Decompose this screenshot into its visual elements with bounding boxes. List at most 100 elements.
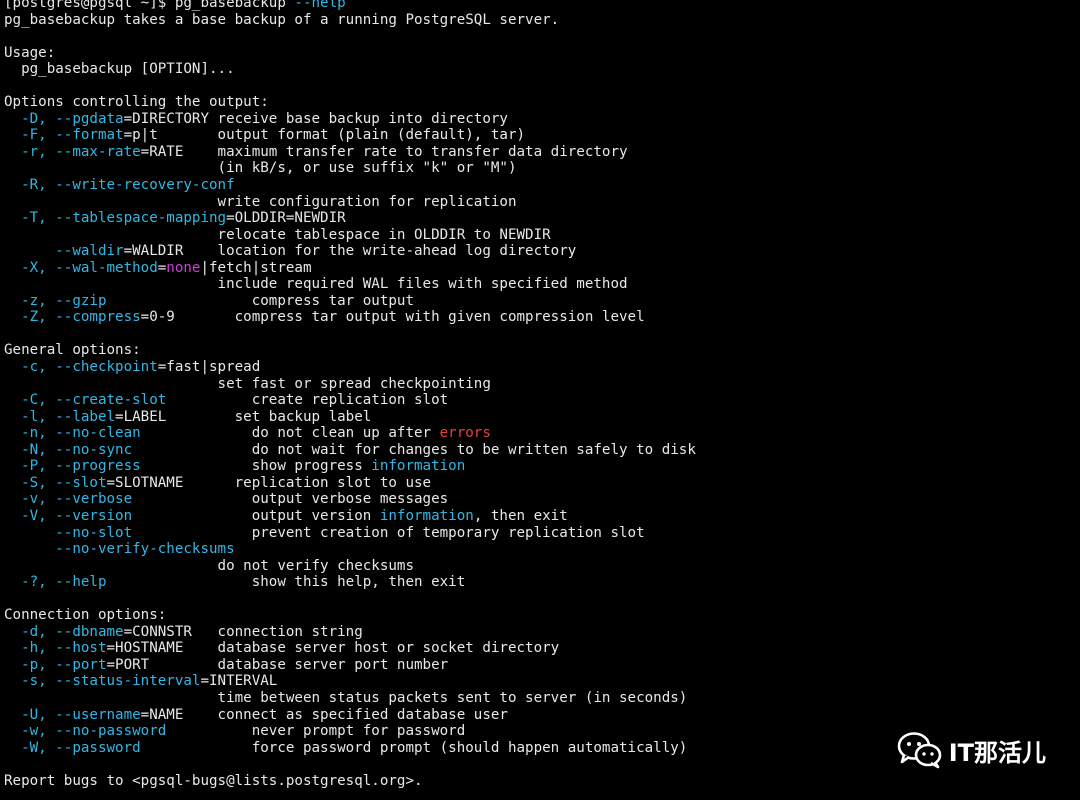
terminal-text: time between status packets sent to serv…	[4, 689, 688, 706]
terminal-text: (in kB/s, or use suffix "k" or "M")	[4, 160, 517, 177]
terminal-line: -W, --password force password prompt (sh…	[4, 740, 696, 757]
option-flag: --write-recovery-conf	[55, 177, 235, 194]
terminal-text: =RATE maximum transfer rate to transfer …	[140, 143, 628, 160]
option-flag: -Z,	[4, 309, 56, 326]
option-flag: information	[379, 507, 474, 524]
terminal-line: -l, --label=LABEL set backup label	[4, 409, 696, 426]
option-flag: --help	[55, 574, 107, 591]
terminal-text: =LABEL set backup label	[115, 408, 372, 425]
terminal-text: write configuration for replication	[4, 193, 517, 210]
terminal-text: =WALDIR location for the write-ahead log…	[123, 243, 577, 260]
option-flag: --slot	[55, 474, 107, 491]
option-flag: -W,	[4, 739, 56, 756]
terminal-text: Connection options:	[4, 607, 167, 624]
wechat-icon	[897, 732, 941, 769]
option-flag: --checkpoint	[55, 359, 158, 376]
terminal-text: never prompt for password	[166, 723, 466, 740]
option-flag: -D,	[4, 110, 56, 127]
terminal-text: General options:	[4, 342, 141, 359]
option-flag: --progress	[55, 458, 141, 475]
terminal-line: -d, --dbname=CONNSTR connection string	[4, 624, 696, 641]
terminal-text: =p|t output format (plain (default), tar…	[123, 127, 526, 144]
option-flag: -P,	[4, 458, 56, 475]
terminal-line: -T, --tablespace-mapping=OLDDIR=NEWDIR	[4, 210, 696, 227]
terminal-text: pg_basebackup [OPTION]...	[4, 61, 235, 78]
terminal-line: -p, --port=PORT database server port num…	[4, 657, 696, 674]
terminal-text: =0-9 compress tar output with given comp…	[140, 309, 645, 326]
option-flag: --label	[55, 408, 116, 425]
terminal-line: -s, --status-interval=INTERVAL	[4, 673, 696, 690]
option-flag: --max-rate	[55, 143, 141, 160]
option-flag: -d,	[4, 623, 56, 640]
terminal-line: -C, --create-slot create replication slo…	[4, 392, 696, 409]
terminal-line: -r, --max-rate=RATE maximum transfer rat…	[4, 144, 696, 161]
terminal-text: =NAME connect as specified database user	[140, 706, 508, 723]
option-flag: --waldir	[55, 243, 124, 260]
option-flag: --wal-method	[55, 259, 158, 276]
option-flag: -R,	[4, 177, 56, 194]
terminal-line: -R, --write-recovery-conf	[4, 177, 696, 194]
option-flag: -z,	[4, 292, 56, 309]
option-flag: -s,	[4, 673, 56, 690]
terminal-line: --no-verify-checksums	[4, 541, 696, 558]
terminal-text: |fetch|stream	[200, 259, 312, 276]
terminal-text: =HOSTNAME database server host or socket…	[106, 640, 560, 657]
option-flag: -r,	[4, 143, 56, 160]
option-flag: -C,	[4, 392, 56, 409]
option-flag: --tablespace-mapping	[55, 210, 227, 227]
terminal-text: do not wait for changes to be written sa…	[132, 441, 696, 458]
terminal-line: -P, --progress show progress information	[4, 458, 696, 475]
option-flag: --create-slot	[55, 392, 167, 409]
option-flag: -p,	[4, 656, 56, 673]
terminal-line: -N, --no-sync do not wait for changes to…	[4, 442, 696, 459]
terminal-text: =DIRECTORY receive base backup into dire…	[123, 110, 508, 127]
terminal-text: show progress	[140, 458, 372, 475]
terminal-window[interactable]: [postgres@pgsql ~]$ pg_basebackup --help…	[0, 0, 1080, 800]
terminal-text: compress tar output	[106, 292, 414, 309]
option-flag: --port	[55, 656, 107, 673]
option-flag: -v,	[4, 491, 56, 508]
watermark: IT那活儿	[897, 730, 1046, 770]
option-flag: --username	[55, 706, 141, 723]
terminal-text: Usage:	[4, 44, 56, 61]
terminal-line: time between status packets sent to serv…	[4, 690, 696, 707]
terminal-line: -F, --format=p|t output format (plain (d…	[4, 127, 696, 144]
option-flag: -F,	[4, 127, 56, 144]
terminal-text: output verbose messages	[132, 491, 449, 508]
terminal-text: create replication slot	[166, 392, 449, 409]
terminal-text: [postgres@pgsql ~]$ pg_basebackup	[4, 0, 295, 11]
terminal-text: =SLOTNAME replication slot to use	[106, 474, 432, 491]
terminal-line: -h, --host=HOSTNAME database server host…	[4, 640, 696, 657]
terminal-line: -z, --gzip compress tar output	[4, 293, 696, 310]
option-flag: --help	[294, 0, 346, 11]
option-flag: --no-clean	[55, 425, 141, 442]
option-flag: --host	[55, 640, 107, 657]
terminal-line: -w, --no-password never prompt for passw…	[4, 723, 696, 740]
terminal-text: show this help, then exit	[106, 574, 466, 591]
terminal-text: =fast|spread	[157, 359, 261, 376]
option-flag: --version	[55, 507, 133, 524]
option-flag: -?,	[4, 574, 56, 591]
option-flag: -V,	[4, 507, 56, 524]
terminal-line: include required WAL files with specifie…	[4, 276, 696, 293]
terminal-line: -n, --no-clean do not clean up after err…	[4, 425, 696, 442]
option-flag: --password	[55, 739, 141, 756]
option-flag: --format	[55, 127, 124, 144]
terminal-line: pg_basebackup takes a base backup of a r…	[4, 12, 696, 29]
option-flag: --status-interval	[55, 673, 201, 690]
terminal-text: Options controlling the output:	[4, 94, 269, 111]
option-flag: --no-slot	[55, 524, 133, 541]
terminal-line: write configuration for replication	[4, 194, 696, 211]
option-flag: --pgdata	[55, 110, 124, 127]
option-flag: --verbose	[55, 491, 133, 508]
terminal-line: relocate tablespace in OLDDIR to NEWDIR	[4, 227, 696, 244]
terminal-text: pg_basebackup takes a base backup of a r…	[4, 11, 560, 28]
terminal-text: =INTERVAL	[200, 673, 278, 690]
terminal-line: -S, --slot=SLOTNAME replication slot to …	[4, 475, 696, 492]
terminal-text: force password prompt (should happen aut…	[140, 739, 688, 756]
terminal-text: prevent creation of temporary replicatio…	[132, 524, 645, 541]
terminal-line: Connection options:	[4, 607, 696, 624]
